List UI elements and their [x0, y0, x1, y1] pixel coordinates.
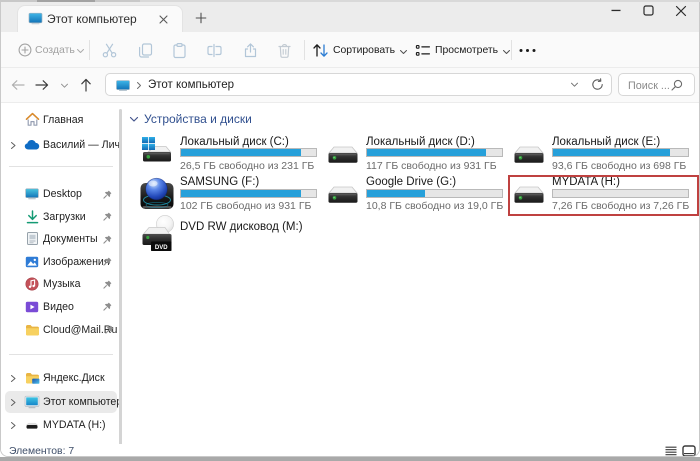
svg-text:DVD: DVD [155, 245, 168, 251]
